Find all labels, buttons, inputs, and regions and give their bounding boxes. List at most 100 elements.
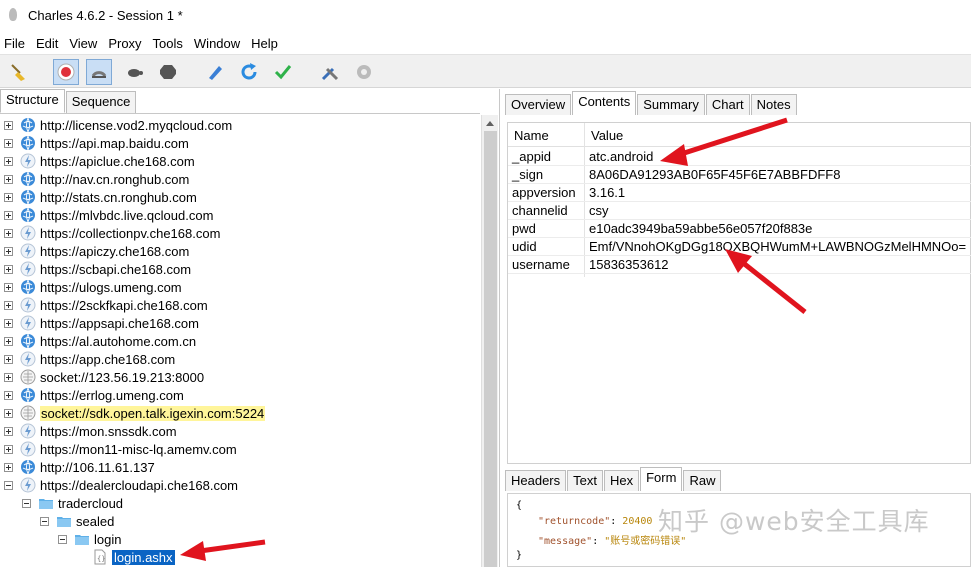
tree-row[interactable]: http://nav.cn.ronghub.com [4,170,189,188]
menu-window[interactable]: Window [194,36,240,51]
expand-plus-icon[interactable] [4,138,13,148]
expand-plus-icon[interactable] [4,282,13,292]
param-row[interactable]: udid Emf/VNnohOKgDGg18QXBQHWumM+LAWBNOGzM… [508,238,971,256]
tree-row[interactable]: https://apiclue.che168.com [4,152,195,170]
json-key-message: "message" [538,536,593,547]
tree-row[interactable]: https://mon11-misc-lq.amemv.com [4,440,237,458]
tree-row[interactable]: https://collectionpv.che168.com [4,224,220,242]
expand-plus-icon[interactable] [4,390,13,400]
stop-icon[interactable] [155,59,181,85]
param-name: pwd [512,221,536,236]
menu-file[interactable]: File [4,36,25,51]
tree-row[interactable]: https://al.autohome.com.cn [4,332,196,350]
tree-row[interactable]: tradercloud [22,494,123,512]
menu-tools[interactable]: Tools [153,36,183,51]
pen-icon[interactable] [202,59,228,85]
param-name: _sign [512,167,544,182]
tree-row[interactable]: https://2sckfkapi.che168.com [4,296,208,314]
expand-plus-icon[interactable] [4,264,13,274]
column-value-header[interactable]: Value [591,128,623,143]
tree-row[interactable]: login [58,530,121,548]
tree-row[interactable]: https://mlvbdc.live.qcloud.com [4,206,213,224]
tab-text[interactable]: Text [567,470,603,491]
scroll-thumb[interactable] [484,131,497,567]
tree-row[interactable]: https://apiczy.che168.com [4,242,189,260]
expand-plus-icon[interactable] [4,156,13,166]
tree-row[interactable]: http://stats.cn.ronghub.com [4,188,197,206]
expand-plus-icon[interactable] [4,336,13,346]
tree-scrollbar[interactable] [481,115,498,567]
expand-plus-icon[interactable] [4,444,13,454]
check-icon[interactable] [270,59,296,85]
tree-row[interactable]: {} login.ashx [76,548,175,566]
expand-plus-icon[interactable] [4,120,13,130]
tree-row[interactable]: https://app.che168.com [4,350,175,368]
expand-plus-icon[interactable] [4,246,13,256]
tab-summary[interactable]: Summary [637,94,705,115]
tab-headers[interactable]: Headers [505,470,567,491]
expand-plus-icon[interactable] [4,300,13,310]
tree-row[interactable]: http://106.11.61.137 [4,458,155,476]
expand-plus-icon[interactable] [4,228,13,238]
collapse-minus-icon[interactable] [40,516,49,526]
param-row[interactable]: appversion 3.16.1 [508,184,971,202]
record-icon[interactable] [53,59,79,85]
collapse-minus-icon[interactable] [58,534,67,544]
menu-edit[interactable]: Edit [36,36,58,51]
tab-overview[interactable]: Overview [505,94,572,115]
broom-icon[interactable] [6,59,32,85]
menu-view[interactable]: View [69,36,97,51]
scroll-up-arrow[interactable] [486,121,494,126]
tree-row[interactable]: socket://123.56.19.213:8000 [4,368,204,386]
collapse-minus-icon[interactable] [4,480,13,490]
expand-plus-icon[interactable] [4,318,13,328]
param-row[interactable]: _sign 8A06DA91293AB0F65F45F6E7ABBFDFF8 [508,166,971,184]
tab-contents[interactable]: Contents [572,91,637,115]
expand-plus-icon[interactable] [4,174,13,184]
response-body[interactable]: { "returncode": 20400 "message": "账号或密码错… [507,493,971,567]
menu-proxy[interactable]: Proxy [108,36,141,51]
tree-row[interactable]: sealed [40,512,114,530]
param-row[interactable]: channelid csy [508,202,971,220]
expand-plus-icon[interactable] [4,462,13,472]
tree-row-label: socket://123.56.19.213:8000 [40,369,205,385]
expand-plus-icon[interactable] [4,408,13,418]
tree-row[interactable]: https://errlog.umeng.com [4,386,184,404]
expand-plus-icon[interactable] [4,426,13,436]
tree-row[interactable]: https://dealercloudapi.che168.com [4,476,238,494]
expand-plus-icon[interactable] [4,192,13,202]
tab-chart[interactable]: Chart [705,94,750,115]
column-name-header[interactable]: Name [514,128,549,143]
tree-row[interactable]: https://api.map.baidu.com [4,134,189,152]
expand-plus-icon[interactable] [4,210,13,220]
tree-row[interactable]: https://appsapi.che168.com [4,314,199,332]
tree-row[interactable]: https://ulogs.umeng.com [4,278,182,296]
tree-row[interactable]: https://mon.snssdk.com [4,422,177,440]
collapse-minus-icon[interactable] [22,498,31,508]
tab-sequence[interactable]: Sequence [65,91,137,113]
param-row[interactable]: username 15836353612 [508,256,971,274]
tab-notes[interactable]: Notes [750,94,797,115]
tab-hex[interactable]: Hex [603,470,640,491]
tab-structure[interactable]: Structure [0,89,65,113]
param-row[interactable]: pwd e10adc3949ba59abbe56e057f20f883e [508,220,971,238]
throttle-icon[interactable] [86,59,112,85]
expand-plus-icon[interactable] [4,372,13,382]
tab-raw[interactable]: Raw [683,470,722,491]
tree-row[interactable]: socket://sdk.open.talk.igexin.com:5224 [4,404,266,422]
param-value: e10adc3949ba59abbe56e057f20f883e [589,221,813,236]
refresh-icon[interactable] [236,59,262,85]
gear-icon[interactable] [351,59,377,85]
param-row[interactable]: _appid atc.android [508,148,971,166]
tree-row-label: https://collectionpv.che168.com [40,225,221,241]
param-value: atc.android [589,149,654,164]
tree-row[interactable]: https://scbapi.che168.com [4,260,191,278]
tab-form[interactable]: Form [640,467,683,491]
turtle-icon[interactable] [121,59,147,85]
menu-help[interactable]: Help [251,36,278,51]
expand-plus-icon[interactable] [4,354,13,364]
tree-row[interactable]: http://license.vod2.myqcloud.com [4,116,232,134]
tools-icon[interactable] [317,59,343,85]
param-value: 15836353612 [589,257,669,272]
param-value: 3.16.1 [589,185,626,200]
